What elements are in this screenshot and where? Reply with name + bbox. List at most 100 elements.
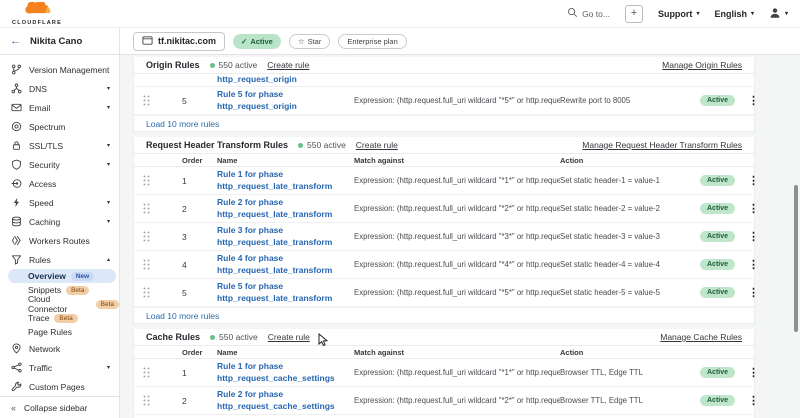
rule-action: Browser TTL, Edge TTL — [560, 396, 700, 405]
cloudflare-logo[interactable]: CLOUDFLARE — [8, 1, 66, 26]
sidebar-item-email[interactable]: Email ▾ — [0, 98, 119, 117]
manage-cache-rules-link[interactable]: Manage Cache Rules — [660, 332, 742, 342]
kebab-menu[interactable]: ⋮ — [744, 94, 763, 107]
status-dot — [210, 335, 215, 340]
sidebar-item-speed[interactable]: Speed ▾ — [0, 193, 119, 212]
status-dot — [298, 143, 303, 148]
table-header: Order Name Match against Action — [134, 346, 754, 359]
rule-expression: Expression: (http.request.full_uri wildc… — [354, 176, 560, 185]
create-rule-link[interactable]: Create rule — [356, 140, 398, 150]
origin-rules-section: Origin Rules 550 active Create rule Mana… — [133, 57, 755, 132]
sidebar-item-trace[interactable]: Trace Beta — [0, 311, 119, 325]
chevron-down-icon: ▾ — [107, 104, 110, 111]
chevron-down-icon: ▾ — [696, 10, 699, 17]
rule-name-link[interactable]: Rule 1 for phasehttp_request_cache_setti… — [217, 361, 354, 383]
sidebar-item-page-rules[interactable]: Page Rules — [0, 325, 119, 339]
drag-handle[interactable] — [143, 395, 173, 406]
drag-handle[interactable] — [143, 231, 173, 242]
rule-name-link[interactable]: Rule 2 for phasehttp_request_late_transf… — [217, 197, 354, 219]
create-rule-link[interactable]: Create rule — [268, 332, 310, 342]
back-arrow-icon[interactable]: ← — [10, 35, 21, 47]
rule-action: Set static header-1 = value-1 — [560, 176, 700, 185]
rule-name-link[interactable]: http_request_origin — [217, 74, 354, 85]
kebab-menu[interactable]: ⋮ — [744, 230, 763, 243]
table-row: 5 Rule 5 for phasehttp_request_origin Ex… — [134, 87, 754, 115]
lock-icon — [10, 140, 22, 152]
drag-handle[interactable] — [143, 259, 173, 270]
table-row: 1 Rule 1 for phasehttp_request_late_tran… — [134, 167, 754, 195]
domain-selector[interactable]: tf.nikitac.com — [133, 32, 225, 51]
sidebar-item-caching[interactable]: Caching ▾ — [0, 212, 119, 231]
rule-name-link[interactable]: Rule 4 for phasehttp_request_late_transf… — [217, 253, 354, 275]
rule-order: 1 — [173, 176, 217, 186]
cloudflare-cloud-icon — [23, 1, 51, 19]
go-to-search[interactable]: Go to... — [567, 7, 610, 20]
collapse-sidebar-button[interactable]: « Collapse sidebar — [0, 396, 119, 418]
star-icon: ☆ — [298, 37, 305, 46]
chevron-down-icon: ▾ — [751, 10, 754, 17]
rule-name-link[interactable]: Rule 5 for phasehttp_request_late_transf… — [217, 281, 354, 303]
sidebar-item-traffic[interactable]: Traffic ▾ — [0, 358, 119, 377]
sidebar-item-network[interactable]: Network — [0, 339, 119, 358]
sidebar-item-security[interactable]: Security ▾ — [0, 155, 119, 174]
drag-handle[interactable] — [143, 287, 173, 298]
drag-handle[interactable] — [143, 367, 173, 378]
rule-order: 3 — [173, 232, 217, 242]
manage-transform-rules-link[interactable]: Manage Request Header Transform Rules — [582, 140, 742, 150]
top-nav: CLOUDFLARE Go to... + Support ▾ English … — [0, 0, 800, 28]
sidebar-item-workers-routes[interactable]: Workers Routes — [0, 231, 119, 250]
rule-expression: Expression: (http.request.full_uri wildc… — [354, 396, 560, 405]
sidebar-item-custom-pages[interactable]: Custom Pages — [0, 377, 119, 396]
support-menu[interactable]: Support ▾ — [658, 9, 700, 19]
zone-status-badge: ✓ Active — [233, 34, 281, 49]
kebab-menu[interactable]: ⋮ — [744, 366, 763, 379]
rule-name-link[interactable]: Rule 5 for phasehttp_request_origin — [217, 89, 354, 111]
rule-expression: Expression: (http.request.full_uri wildc… — [354, 204, 560, 213]
website-icon — [142, 35, 153, 48]
search-label: Go to... — [582, 9, 610, 19]
table-row: 2 Rule 2 for phasehttp_request_cache_set… — [134, 387, 754, 415]
sidebar-item-overview[interactable]: Overview New — [8, 269, 116, 283]
star-button[interactable]: ☆ Star — [289, 34, 331, 49]
kebab-menu[interactable]: ⋮ — [744, 202, 763, 215]
kebab-menu[interactable]: ⋮ — [744, 258, 763, 271]
account-breadcrumb: ← Nikita Cano — [0, 28, 120, 54]
rule-name-link[interactable]: Rule 3 for phasehttp_request_late_transf… — [217, 225, 354, 247]
rule-expression: Expression: (http.request.full_uri wildc… — [354, 260, 560, 269]
sidebar-item-version-management[interactable]: Version Management — [0, 60, 119, 79]
chevron-up-icon: ▴ — [107, 256, 110, 263]
rule-action: Rewrite port to 8005 — [560, 96, 700, 105]
drag-handle[interactable] — [143, 95, 173, 106]
load-more-link[interactable]: Load 10 more rules — [134, 115, 754, 131]
kebab-menu[interactable]: ⋮ — [744, 286, 763, 299]
transform-rules-section: Request Header Transform Rules 550 activ… — [133, 137, 755, 324]
add-button[interactable]: + — [625, 5, 643, 23]
sidebar-item-ssl-tls[interactable]: SSL/TLS ▾ — [0, 136, 119, 155]
check-icon: ✓ — [241, 37, 247, 46]
sidebar-item-dns[interactable]: DNS ▾ — [0, 79, 119, 98]
active-count: 550 active — [298, 140, 346, 150]
column-name: Name — [217, 156, 354, 165]
table-row: 1 Rule 1 for phasehttp_request_cache_set… — [134, 359, 754, 387]
scrollbar-thumb[interactable] — [794, 185, 798, 332]
status-badge: Active — [700, 367, 735, 378]
user-menu[interactable]: ▾ — [769, 7, 788, 21]
kebab-menu[interactable]: ⋮ — [744, 394, 763, 407]
language-label: English — [714, 9, 747, 19]
sidebar-item-spectrum[interactable]: Spectrum — [0, 117, 119, 136]
create-rule-link[interactable]: Create rule — [267, 60, 309, 70]
rule-name-link[interactable]: Rule 1 for phasehttp_request_late_transf… — [217, 169, 354, 191]
drag-handle[interactable] — [143, 175, 173, 186]
kebab-menu[interactable]: ⋮ — [744, 174, 763, 187]
rule-action: Set static header-2 = value-2 — [560, 204, 700, 213]
language-menu[interactable]: English ▾ — [714, 9, 754, 19]
sidebar-item-rules[interactable]: Rules ▴ — [0, 250, 119, 269]
drag-handle[interactable] — [143, 203, 173, 214]
rule-name-link[interactable]: Rule 2 for phasehttp_request_cache_setti… — [217, 389, 354, 411]
table-row: 3 Rule 3 for phasehttp_request_late_tran… — [134, 223, 754, 251]
cache-rules-section: Cache Rules 550 active Create rule Manag… — [133, 329, 755, 418]
manage-origin-rules-link[interactable]: Manage Origin Rules — [662, 60, 742, 70]
sidebar-item-access[interactable]: Access — [0, 174, 119, 193]
sidebar-item-cloud-connector[interactable]: Cloud Connector Beta — [0, 297, 119, 311]
load-more-link[interactable]: Load 10 more rules — [134, 307, 754, 323]
